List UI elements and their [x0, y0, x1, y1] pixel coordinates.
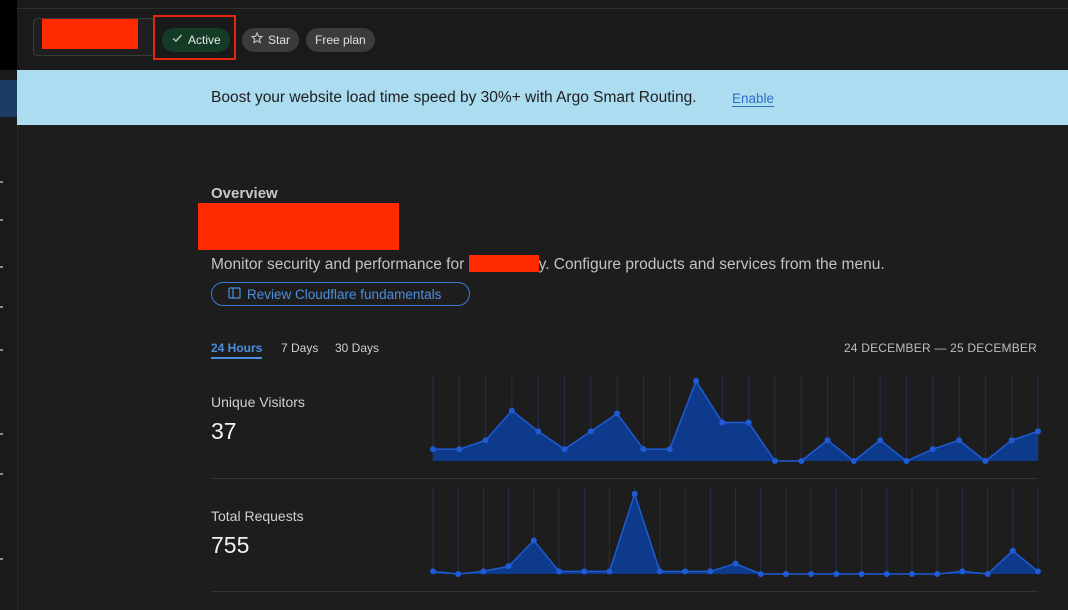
chart-point[interactable] [631, 491, 638, 497]
review-fundamentals-button[interactable]: Review Cloudflare fundamentals [211, 282, 470, 306]
chart-point[interactable] [430, 568, 436, 575]
chart-point[interactable] [850, 458, 857, 464]
tab-30-days[interactable]: 30 Days [335, 341, 379, 355]
zone-selector[interactable] [33, 18, 155, 56]
description-suffix: y. Configure products and services from … [538, 256, 885, 273]
chart-point[interactable] [808, 571, 815, 577]
plan-badge[interactable]: Free plan [306, 28, 375, 52]
chart-point[interactable] [693, 378, 700, 384]
chart-point[interactable] [640, 446, 647, 453]
sidebar-item[interactable] [0, 433, 3, 435]
chart-point[interactable] [430, 446, 436, 453]
fundamentals-label: Review Cloudflare fundamentals [247, 286, 442, 302]
chart-point[interactable] [858, 571, 865, 577]
chart-point[interactable] [1035, 428, 1041, 435]
chart-point[interactable] [606, 568, 613, 575]
chart-point[interactable] [1008, 437, 1015, 444]
star-label: Star [268, 33, 291, 47]
redacted-zone-name [42, 19, 138, 49]
metric-divider [211, 591, 1038, 592]
sidebar-item[interactable] [0, 181, 3, 183]
sidebar-item[interactable] [0, 219, 3, 221]
unique-visitors-chart [430, 375, 1041, 464]
chart-point[interactable] [707, 568, 714, 575]
tab-24-hours[interactable]: 24 Hours [211, 341, 263, 359]
sidebar-item[interactable] [0, 473, 3, 475]
chart-point[interactable] [757, 571, 764, 577]
highlight-annotation [153, 15, 236, 60]
star-button[interactable]: Star [242, 28, 300, 52]
chart-point[interactable] [480, 568, 487, 575]
top-divider [17, 8, 1068, 9]
left-edge [0, 0, 17, 70]
metric-label-total-requests: Total Requests [211, 508, 304, 524]
chart-point[interactable] [505, 563, 512, 570]
chart-point[interactable] [587, 428, 594, 435]
chart-point[interactable] [883, 571, 890, 577]
plan-label: Free plan [315, 33, 366, 47]
chart-point[interactable] [556, 568, 563, 575]
section-label: Overview [211, 185, 278, 202]
chart-area [433, 381, 1038, 461]
metric-divider [211, 478, 1038, 479]
chart-point[interactable] [535, 428, 542, 435]
chart-point[interactable] [719, 419, 726, 426]
redacted-domain-title [198, 203, 399, 250]
metric-value-total-requests: 755 [211, 532, 250, 558]
sidebar-item[interactable] [0, 558, 3, 560]
chart-point[interactable] [929, 446, 936, 453]
chart-point[interactable] [455, 571, 462, 577]
chart-point[interactable] [877, 437, 884, 444]
chart-point[interactable] [614, 410, 621, 417]
chart-point[interactable] [732, 560, 739, 567]
chart-point[interactable] [908, 571, 915, 577]
chart-point[interactable] [530, 537, 537, 544]
chart-point[interactable] [956, 437, 963, 444]
metric-value-unique-visitors: 37 [211, 418, 237, 444]
chart-point[interactable] [561, 446, 568, 453]
chart-point[interactable] [903, 458, 910, 464]
book-icon [228, 286, 241, 302]
top-bar: Active Star Free plan [0, 0, 1068, 71]
chart-point[interactable] [656, 568, 663, 575]
tab-7-days[interactable]: 7 Days [281, 341, 318, 355]
overview-description: Monitor security and performance for y. … [211, 255, 885, 274]
chart-point[interactable] [682, 568, 689, 575]
redacted-domain-inline [468, 255, 539, 272]
chart-point[interactable] [581, 568, 588, 575]
chart-point[interactable] [745, 419, 752, 426]
chart-point[interactable] [984, 571, 991, 577]
chart-point[interactable] [1009, 547, 1016, 554]
chart-point[interactable] [482, 437, 489, 444]
chart-point[interactable] [782, 571, 789, 577]
chart-point[interactable] [934, 571, 941, 577]
sidebar-item[interactable] [0, 266, 3, 268]
promo-banner: Boost your website load time speed by 30… [17, 70, 1068, 125]
star-icon [250, 28, 264, 52]
chart-point[interactable] [833, 571, 840, 577]
chart-point[interactable] [456, 446, 463, 453]
sidebar-item[interactable] [0, 349, 3, 351]
chart-point[interactable] [982, 458, 989, 464]
sidebar-item[interactable] [0, 306, 3, 308]
metric-label-unique-visitors: Unique Visitors [211, 394, 305, 410]
chart-point[interactable] [798, 458, 805, 464]
sidebar-selected-item[interactable] [0, 80, 17, 117]
total-requests-chart [430, 488, 1041, 577]
banner-text: Boost your website load time speed by 30… [211, 89, 697, 106]
date-range: 24 DECEMBER — 25 DECEMBER [843, 341, 1037, 355]
chart-point[interactable] [508, 407, 515, 414]
chart-point[interactable] [824, 437, 831, 444]
chart-point[interactable] [959, 568, 966, 575]
description-prefix: Monitor security and performance for [211, 256, 465, 273]
chart-point[interactable] [666, 446, 673, 453]
enable-link[interactable]: Enable [732, 91, 774, 106]
sidebar [0, 70, 18, 610]
chart-point[interactable] [771, 458, 778, 464]
chart-point[interactable] [1035, 568, 1041, 575]
